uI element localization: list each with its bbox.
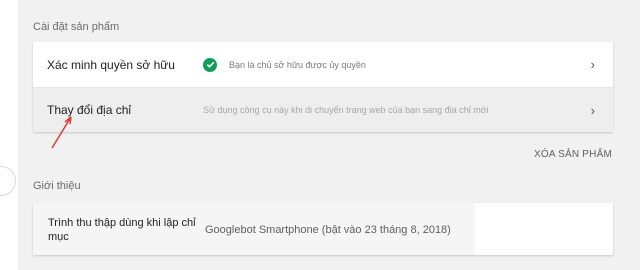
crawler-label: Trình thu thập dùng khi lập chỉ mục [48, 217, 196, 243]
intro-title: Giới thiệu [33, 180, 81, 192]
verify-ownership-row[interactable]: Xác minh quyền sở hữu Bạn là chủ sở hữu … [33, 42, 613, 87]
check-circle-icon [203, 57, 217, 72]
delete-product-button[interactable]: XÓA SẢN PHẨM [532, 143, 614, 165]
change-address-description: Sử dụng công cụ này khi di chuyển trang … [203, 105, 489, 115]
chevron-right-icon: › [590, 102, 595, 118]
intro-card: Trình thu thập dùng khi lập chỉ mục Goog… [33, 203, 613, 255]
verify-ownership-text: Bạn là chủ sở hữu được ủy quyền [229, 59, 366, 70]
left-panel-edge [0, 0, 18, 270]
annotation-arrow-icon [51, 116, 72, 149]
crawler-value: Googlebot Smartphone (bật vào 23 tháng 8… [205, 224, 451, 236]
change-address-row[interactable]: Thay đổi địa chỉ Sử dụng công cụ này khi… [33, 87, 613, 132]
product-settings-title: Cài đặt sản phẩm [33, 21, 120, 33]
verify-ownership-label: Xác minh quyền sở hữu [47, 57, 175, 72]
chevron-right-icon: › [590, 57, 595, 72]
verify-ownership-description: Bạn là chủ sở hữu được ủy quyền [203, 57, 583, 72]
product-settings-card: Xác minh quyền sở hữu Bạn là chủ sở hữu … [33, 42, 613, 132]
